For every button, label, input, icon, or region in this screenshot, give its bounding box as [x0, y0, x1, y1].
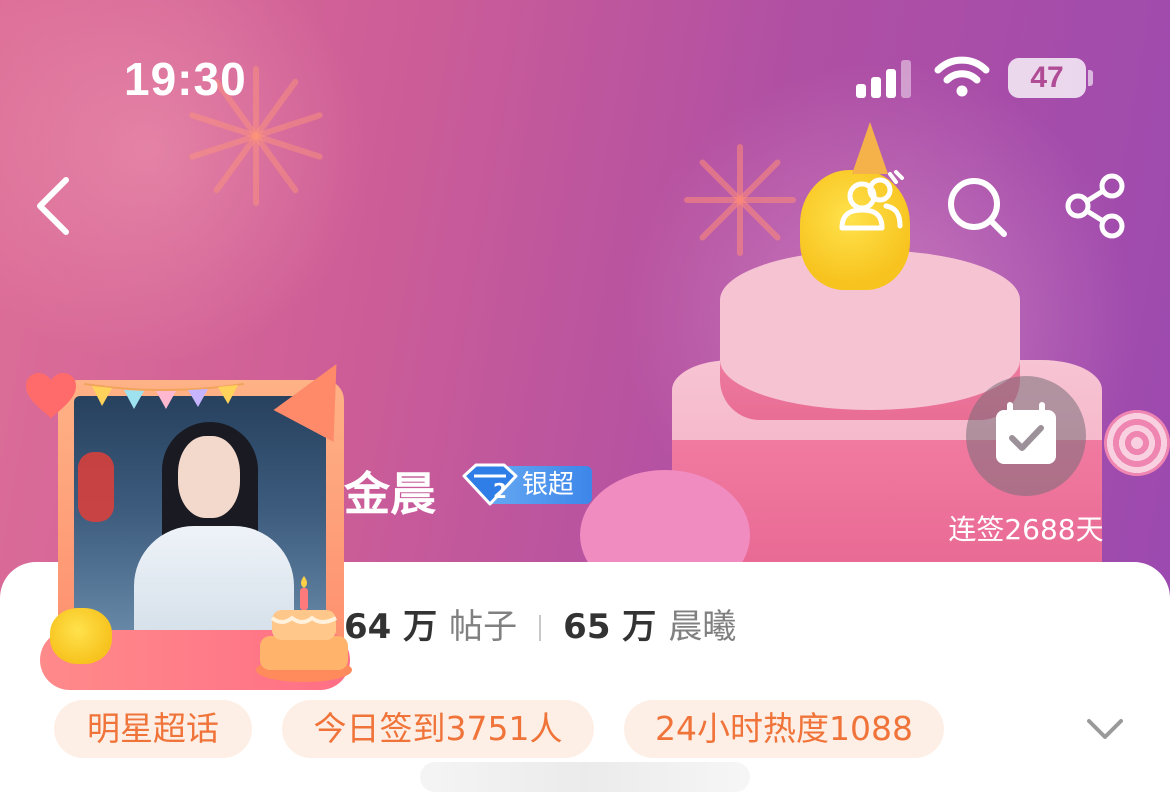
battery-tip	[1088, 70, 1093, 86]
expand-button[interactable]	[1082, 706, 1128, 752]
posts-count: 64 万	[344, 607, 438, 647]
birthday-cake-icon	[256, 576, 352, 682]
blurred-content-strip	[420, 762, 750, 792]
battery-level: 47	[1030, 61, 1064, 94]
chevron-left-icon	[37, 177, 69, 235]
back-button[interactable]	[18, 166, 98, 246]
fans-label: 晨曦	[668, 607, 737, 647]
search-icon	[948, 178, 1007, 237]
topic-name: 金晨	[344, 467, 436, 521]
stats-row: 64 万帖子 65 万晨曦	[344, 602, 736, 652]
cellular-signal-icon	[856, 60, 912, 98]
avatar-face	[178, 436, 240, 518]
tag-heat-24h[interactable]: 24小时热度1088	[624, 700, 944, 758]
checkin-button[interactable]	[966, 376, 1086, 496]
search-button[interactable]	[936, 166, 1016, 246]
follow-button[interactable]	[830, 166, 910, 246]
share-icon	[1065, 173, 1125, 239]
checkin-streak-text: 连签2688天	[948, 513, 1104, 546]
heart-icon	[26, 373, 76, 418]
wifi-icon	[934, 56, 990, 97]
battery-icon: 47	[1008, 58, 1086, 98]
fans-count: 65 万	[563, 607, 657, 647]
avatar[interactable]	[20, 348, 367, 690]
level-badge-number: 2	[493, 479, 507, 503]
lantern-decoration	[78, 452, 114, 522]
status-time: 19:30	[124, 53, 247, 105]
diamond-icon: 2	[462, 463, 518, 506]
chevron-down-icon	[1087, 719, 1123, 739]
tag-category[interactable]: 明星超话	[54, 700, 252, 758]
bunting-decoration	[84, 383, 244, 409]
share-button[interactable]	[1056, 166, 1136, 246]
tag-checkins-today[interactable]: 今日签到3751人	[282, 700, 594, 758]
calendar-check-icon	[996, 402, 1056, 464]
lollipop-illustration	[1104, 410, 1170, 476]
stats-divider	[539, 615, 542, 641]
mini-mascot-illustration	[50, 608, 112, 664]
posts-label: 帖子	[449, 607, 518, 647]
level-badge-text: 银超	[522, 470, 575, 500]
level-badge[interactable]: 2 银超	[460, 462, 592, 506]
follow-users-icon	[839, 170, 904, 231]
